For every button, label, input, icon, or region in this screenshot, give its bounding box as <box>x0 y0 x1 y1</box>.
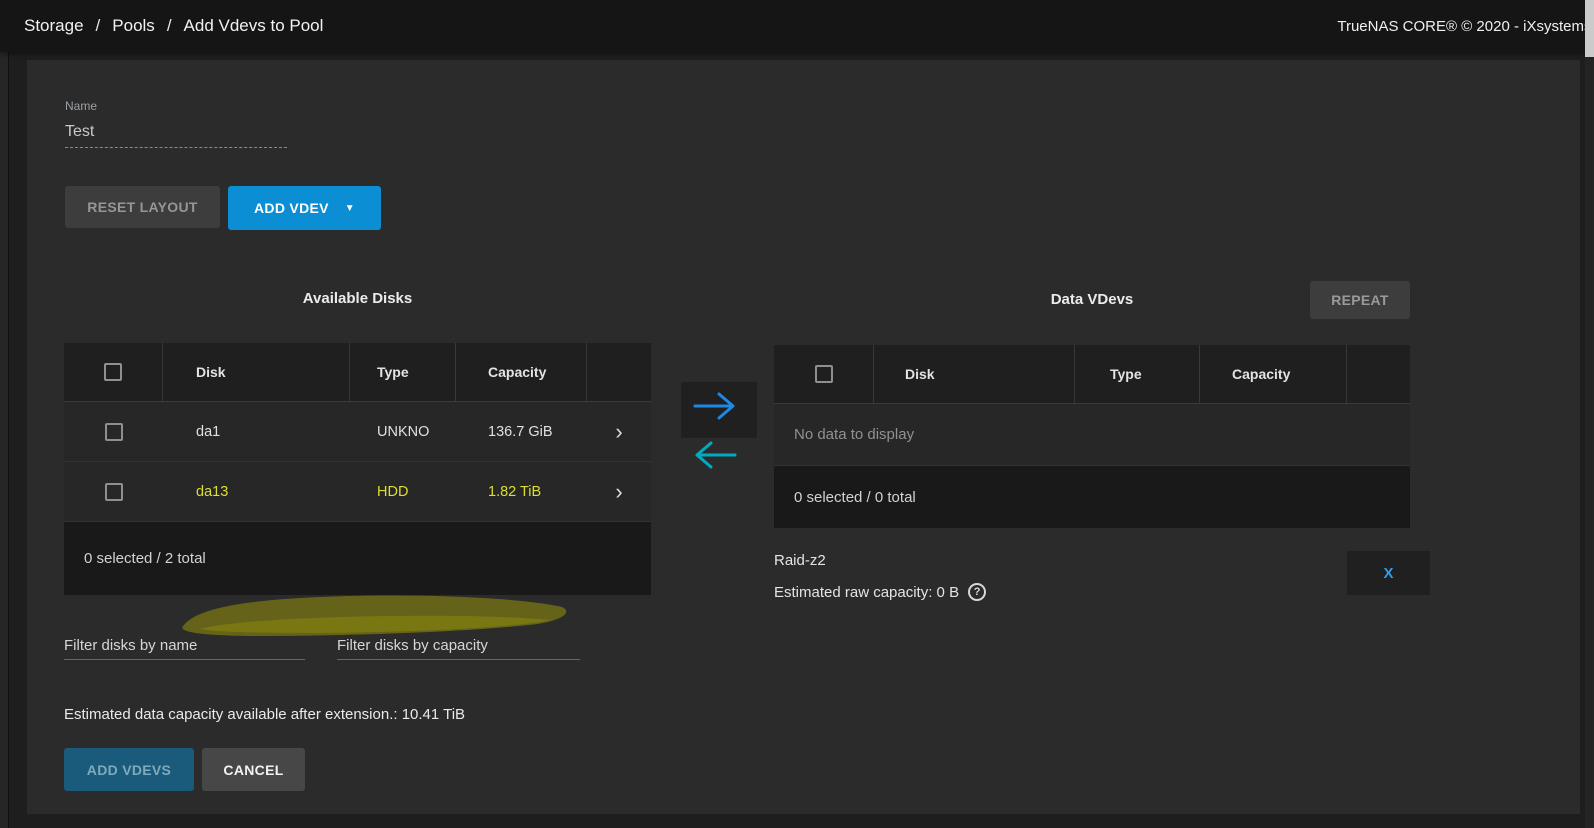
sidebar-edge <box>0 52 9 828</box>
arrow-left-icon <box>692 440 738 470</box>
breadcrumb-storage[interactable]: Storage <box>24 16 84 36</box>
disk-capacity: 136.7 GiB <box>456 402 587 461</box>
arrow-right-icon <box>692 391 738 421</box>
empty-table-message: No data to display <box>774 404 1410 466</box>
raid-type-label: Raid-z2 <box>774 552 826 569</box>
available-disks-header: Disk Type Capacity <box>64 343 651 402</box>
column-header-type: Type <box>350 343 456 401</box>
add-vdev-button-label: ADD VDEV <box>254 200 329 216</box>
column-header-disk: Disk <box>163 343 350 401</box>
data-vdevs-footer: 0 selected / 0 total <box>774 466 1410 528</box>
add-vdev-button[interactable]: ADD VDEV ▼ <box>228 186 381 230</box>
select-all-checkbox[interactable] <box>815 365 833 383</box>
column-header-capacity: Capacity <box>456 343 587 401</box>
column-header-disk: Disk <box>874 345 1075 403</box>
brand-text: TrueNAS CORE® © 2020 - iXsystems, Inc. <box>1337 0 1594 52</box>
row-checkbox[interactable] <box>105 423 123 441</box>
table-row-da1[interactable]: da1 UNKNO 136.7 GiB › <box>64 402 651 462</box>
scrollbar-track[interactable] <box>1585 0 1594 828</box>
breadcrumb-separator: / <box>167 16 172 36</box>
column-header-expand <box>587 343 651 401</box>
breadcrumb-separator: / <box>96 16 101 36</box>
data-vdevs-table: Disk Type Capacity No data to display 0 … <box>774 345 1410 528</box>
reset-layout-button[interactable]: RESET LAYOUT <box>65 186 220 228</box>
table-row-da13[interactable]: da13 HDD 1.82 TiB › <box>64 462 651 522</box>
cancel-button[interactable]: CANCEL <box>202 748 305 791</box>
chevron-right-icon[interactable]: › <box>615 481 622 503</box>
pool-name-input[interactable] <box>65 116 287 148</box>
help-icon[interactable]: ? <box>968 583 986 601</box>
scrollbar-thumb[interactable] <box>1585 0 1594 57</box>
chevron-right-icon[interactable]: › <box>615 421 622 443</box>
estimated-capacity-text: Estimated data capacity available after … <box>64 706 465 723</box>
raw-capacity-line: Estimated raw capacity: 0 B ? <box>774 583 986 601</box>
column-header-capacity: Capacity <box>1200 345 1347 403</box>
disk-name: da1 <box>163 402 350 461</box>
name-field-label: Name <box>65 99 97 113</box>
add-vdevs-page: Storage / Pools / Add Vdevs to Pool True… <box>0 0 1594 828</box>
available-disks-table: Disk Type Capacity da1 UNKNO 136.7 GiB ›… <box>64 343 651 595</box>
remove-vdev-container: X <box>1347 551 1430 595</box>
repeat-button[interactable]: REPEAT <box>1310 281 1410 319</box>
select-all-checkbox[interactable] <box>104 363 122 381</box>
filter-capacity-input[interactable] <box>337 632 580 660</box>
caret-down-icon: ▼ <box>345 203 355 214</box>
top-bar: Storage / Pools / Add Vdevs to Pool True… <box>0 0 1594 52</box>
column-header-type: Type <box>1075 345 1200 403</box>
add-vdevs-button[interactable]: ADD VDEVS <box>64 748 194 791</box>
disk-type: UNKNO <box>350 402 456 461</box>
column-header-expand <box>1347 345 1410 403</box>
remove-vdev-button[interactable]: X <box>1383 565 1393 582</box>
available-disks-title: Available Disks <box>64 290 651 307</box>
move-right-button[interactable] <box>692 391 738 421</box>
disk-capacity: 1.82 TiB <box>456 462 587 521</box>
row-checkbox[interactable] <box>105 483 123 501</box>
available-disks-footer: 0 selected / 2 total <box>64 522 651 595</box>
disk-name: da13 <box>163 462 350 521</box>
move-left-button[interactable] <box>692 440 738 470</box>
breadcrumb: Storage / Pools / Add Vdevs to Pool <box>24 16 323 36</box>
disk-type: HDD <box>350 462 456 521</box>
filter-name-input[interactable] <box>64 632 305 660</box>
data-vdevs-header: Disk Type Capacity <box>774 345 1410 404</box>
raw-capacity-text: Estimated raw capacity: 0 B <box>774 584 959 601</box>
breadcrumb-current-page: Add Vdevs to Pool <box>184 16 324 36</box>
breadcrumb-pools[interactable]: Pools <box>112 16 155 36</box>
